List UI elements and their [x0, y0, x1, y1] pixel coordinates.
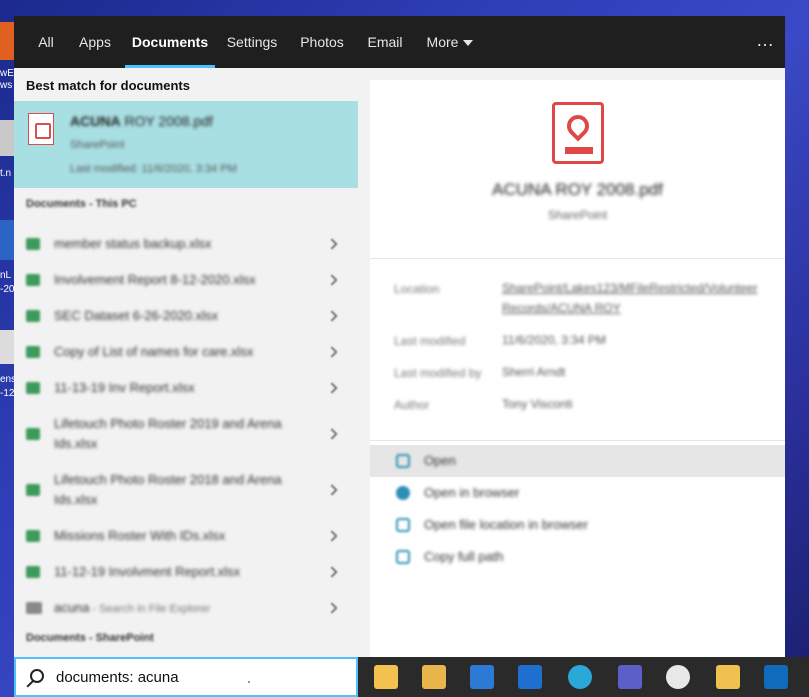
excel-file-icon [26, 382, 40, 394]
section-header-sharepoint: Documents - SharePoint [26, 632, 154, 644]
tab-documents[interactable]: Documents [125, 16, 215, 68]
chevron-right-icon[interactable] [326, 484, 338, 496]
list-item[interactable]: member status backup.xlsx [14, 228, 358, 260]
list-item[interactable]: Copy of List of names for care.xlsx [14, 336, 358, 368]
globe-icon [396, 486, 410, 500]
tab-settings[interactable]: Settings [222, 16, 282, 68]
chevron-right-icon[interactable] [326, 566, 338, 578]
list-item[interactable]: 11-13-19 Inv Report.xlsx [14, 372, 358, 404]
list-item[interactable]: Involvement Report 8-12-2020.xlsx [14, 264, 358, 296]
best-match-heading: Best match for documents [26, 78, 190, 93]
excel-file-icon [26, 484, 40, 496]
folder-icon[interactable] [716, 665, 740, 689]
location-value[interactable]: SharePoint/Lakes123/MFileRestricted/Volu… [502, 278, 762, 318]
chevron-right-icon[interactable] [326, 382, 338, 394]
author-value: Tony Visconti [502, 397, 573, 411]
file-explorer-icon[interactable] [374, 665, 398, 689]
file-location-icon [396, 518, 410, 532]
chevron-right-icon[interactable] [326, 530, 338, 542]
list-item[interactable]: Lifetouch Photo Roster 2019 and Arena Id… [14, 408, 358, 460]
grid-app-icon[interactable] [518, 665, 542, 689]
chevron-right-icon[interactable] [326, 346, 338, 358]
location-label: Location [394, 282, 440, 296]
folder-icon [26, 602, 42, 614]
preview-source: SharePoint [547, 208, 608, 222]
tab-all[interactable]: All [28, 16, 64, 68]
excel-file-icon [26, 346, 40, 358]
best-match-source: SharePoint [70, 139, 125, 151]
excel-file-icon [26, 530, 40, 542]
section-header-this-pc: Documents - This PC [26, 198, 137, 210]
list-item[interactable]: SEC Dataset 6-26-2020.xlsx [14, 300, 358, 332]
chevron-right-icon[interactable] [326, 310, 338, 322]
modified-label: Last modified [394, 334, 466, 348]
desktop-label: ws [0, 80, 13, 91]
list-item-search-explorer[interactable]: acuna - Search in File Explorer [14, 592, 358, 624]
author-label: Author [394, 398, 430, 412]
modified-by-value: Sherri Arndt [502, 365, 566, 379]
open-button[interactable]: Open [370, 445, 785, 477]
building-icon[interactable] [470, 665, 494, 689]
list-item[interactable]: Lifetouch Photo Roster 2018 and Arena Id… [14, 464, 358, 516]
desktop-label: -12 [0, 388, 15, 399]
best-match-modified: Last modified: 11/6/2020, 3:34 PM [70, 163, 237, 175]
desktop-label: nL [0, 270, 12, 281]
excel-file-icon [26, 566, 40, 578]
desktop-label: wE [0, 68, 14, 79]
folder-icon[interactable] [422, 665, 446, 689]
search-panel: All Apps Documents Settings Photos Email… [14, 16, 785, 657]
list-item[interactable]: Missions Roster With IDs.xlsx [14, 520, 358, 552]
excel-file-icon [26, 274, 40, 286]
taskbar [358, 657, 809, 697]
slack-icon[interactable] [666, 665, 690, 689]
chevron-right-icon[interactable] [326, 238, 338, 250]
search-tabs-bar: All Apps Documents Settings Photos Email… [14, 16, 785, 68]
desktop-icon[interactable] [0, 22, 14, 60]
excel-file-icon [26, 310, 40, 322]
search-query: documents: acuna [56, 669, 179, 686]
preview-title: ACUNA ROY 2008.pdf [492, 180, 663, 199]
desktop-label: -20 [0, 284, 15, 295]
desktop-icon[interactable] [0, 330, 14, 364]
divider [370, 440, 785, 441]
chevron-right-icon[interactable] [326, 428, 338, 440]
chevron-right-icon[interactable] [326, 602, 338, 614]
tab-apps[interactable]: Apps [74, 16, 116, 68]
chevron-right-icon[interactable] [326, 274, 338, 286]
search-input[interactable]: documents: acuna [14, 657, 358, 697]
more-options-icon[interactable]: … [756, 16, 775, 68]
list-item[interactable]: 11-12-19 Involvment Report.xlsx [14, 556, 358, 588]
desktop-icon[interactable] [0, 120, 14, 156]
teams-icon[interactable] [618, 665, 642, 689]
copy-full-path-button[interactable]: Copy full path [370, 541, 785, 573]
tab-photos[interactable]: Photos [296, 16, 348, 68]
pdf-file-icon [552, 102, 604, 164]
acrobat-icon [562, 110, 594, 142]
modified-by-label: Last modified by [394, 366, 482, 380]
divider [370, 258, 785, 259]
edge-browser-icon[interactable] [568, 665, 592, 689]
best-match-item[interactable]: ACUNA ROY 2008.pdf SharePoint Last modif… [14, 101, 358, 188]
open-icon [396, 454, 410, 468]
excel-file-icon [26, 238, 40, 250]
preview-pane: ACUNA ROY 2008.pdf SharePoint Location S… [370, 80, 785, 657]
open-in-browser-button[interactable]: Open in browser [370, 477, 785, 509]
desktop-label: t.n [0, 168, 12, 179]
outlook-icon[interactable] [764, 665, 788, 689]
tab-email[interactable]: Email [362, 16, 408, 68]
modified-value: 11/6/2020, 3:34 PM [502, 333, 606, 347]
search-icon [30, 669, 44, 683]
excel-file-icon [26, 428, 40, 440]
desktop-icon[interactable] [0, 220, 14, 260]
tab-more[interactable]: More [420, 16, 480, 68]
pdf-file-icon [28, 113, 54, 145]
chevron-down-icon [463, 40, 474, 47]
results-list: Best match for documents ACUNA ROY 2008.… [14, 68, 358, 657]
open-file-location-button[interactable]: Open file location in browser [370, 509, 785, 541]
best-match-title: ACUNA ROY 2008.pdf [70, 113, 213, 129]
copy-icon [396, 550, 410, 564]
